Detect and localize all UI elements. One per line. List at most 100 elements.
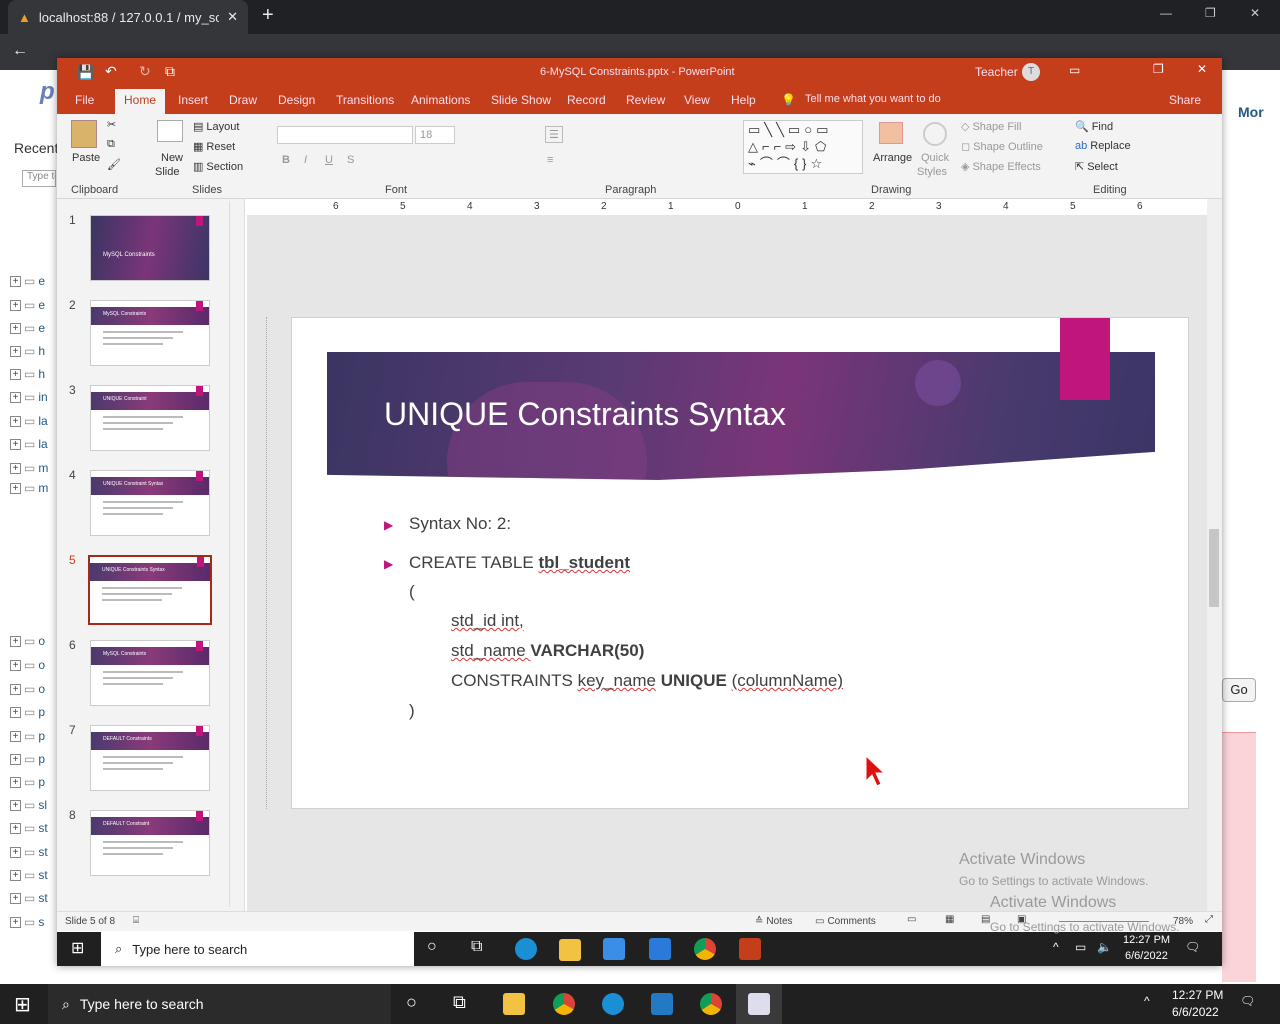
edge-icon[interactable]: [515, 938, 537, 960]
line-constraints[interactable]: CONSTRAINTS key_name UNIQUE (columnName): [451, 671, 843, 691]
new-tab-button[interactable]: +: [262, 4, 274, 27]
db-tree-item[interactable]: + ▭ la: [10, 413, 48, 429]
taskbar-search[interactable]: ⌕ Type here to search: [101, 932, 414, 966]
vscode-icon[interactable]: [651, 993, 673, 1015]
expand-icon[interactable]: +: [10, 482, 21, 494]
tab-animations[interactable]: Animations: [411, 93, 470, 107]
tab-file[interactable]: File: [75, 93, 94, 107]
expand-icon[interactable]: +: [10, 799, 21, 811]
expand-icon[interactable]: +: [10, 869, 21, 881]
db-tree-item[interactable]: + ▭ e: [10, 273, 45, 289]
db-tree-item[interactable]: + ▭ m: [10, 460, 48, 476]
db-tree-item[interactable]: + ▭ in: [10, 389, 48, 405]
expand-icon[interactable]: +: [10, 345, 21, 357]
align-left-icon[interactable]: ≡: [547, 154, 553, 166]
shape-outline-button[interactable]: ◻ Shape Outline: [961, 140, 1043, 154]
save-icon[interactable]: 💾: [77, 64, 94, 81]
expand-icon[interactable]: +: [10, 415, 21, 427]
expand-icon[interactable]: +: [10, 275, 21, 287]
powerpoint-icon[interactable]: [739, 938, 761, 960]
arrange-button[interactable]: Arrange: [873, 152, 912, 164]
start-slideshow-icon[interactable]: ⧉: [165, 63, 175, 80]
font-size-input[interactable]: 18: [415, 126, 455, 144]
shapes-gallery[interactable]: ▭╲╲▭○▭ △⌐⌐⇨⇩⬠ ⌁⌒⌒{}☆: [743, 120, 863, 174]
go-button[interactable]: Go: [1222, 678, 1256, 702]
slide-title[interactable]: UNIQUE Constraints Syntax: [384, 396, 786, 433]
more-link[interactable]: Mor: [1238, 104, 1264, 120]
tab-record[interactable]: Record: [567, 93, 606, 107]
format-painter-icon[interactable]: 🖌: [107, 158, 121, 171]
shape-effects-button[interactable]: ◈ Shape Effects: [961, 160, 1041, 174]
windows-start-icon[interactable]: ⊞: [71, 938, 84, 958]
font-name-input[interactable]: [277, 126, 413, 144]
recent-tab[interactable]: Recent: [14, 140, 58, 156]
db-tree-item[interactable]: + ▭ p: [10, 728, 45, 744]
slide-thumbnail[interactable]: DEFAULT Constraints: [90, 725, 210, 791]
tab-review[interactable]: Review: [626, 93, 665, 107]
slide-sorter-icon[interactable]: ▦: [945, 914, 954, 925]
slide-thumbnail[interactable]: UNIQUE Constraints Syntax: [88, 555, 212, 625]
tray-chevron-icon[interactable]: ^: [1053, 940, 1059, 954]
paste-button[interactable]: Paste: [72, 152, 100, 164]
clock-date[interactable]: 6/6/2022: [1172, 1005, 1219, 1019]
chrome-icon[interactable]: [694, 938, 716, 960]
inner-clock-date[interactable]: 6/6/2022: [1125, 950, 1168, 962]
minimize-icon[interactable]: —: [1160, 6, 1172, 20]
db-tree-item[interactable]: + ▭ st: [10, 890, 48, 906]
inner-clock-time[interactable]: 12:27 PM: [1123, 934, 1170, 946]
filter-input[interactable]: Type to: [22, 170, 56, 187]
db-tree-item[interactable]: + ▭ h: [10, 366, 45, 382]
tab-help[interactable]: Help: [731, 93, 756, 107]
quick-styles-button[interactable]: Quick: [921, 152, 949, 164]
reset-button[interactable]: ▦ Reset: [193, 140, 235, 154]
db-tree-item[interactable]: + ▭ p: [10, 704, 45, 720]
italic-icon[interactable]: I: [304, 154, 307, 166]
cortana-icon[interactable]: ○: [406, 992, 417, 1013]
db-tree-item[interactable]: + ▭ s: [10, 914, 44, 930]
tab-insert[interactable]: Insert: [178, 93, 208, 107]
bold-icon[interactable]: B: [282, 154, 290, 166]
close-icon[interactable]: ✕: [1197, 62, 1207, 76]
db-tree-item[interactable]: + ▭ o: [10, 681, 45, 697]
tab-home[interactable]: Home: [115, 89, 165, 114]
share-button[interactable]: Share: [1169, 93, 1201, 107]
bullets-icon[interactable]: ☰: [545, 126, 563, 143]
expand-icon[interactable]: +: [10, 322, 21, 334]
file-explorer-icon[interactable]: [559, 939, 581, 961]
notifications-icon[interactable]: 🗨: [1185, 940, 1200, 954]
new-slide-button[interactable]: New: [161, 152, 183, 164]
ribbon-display-icon[interactable]: ▭: [1069, 63, 1080, 77]
db-tree-item[interactable]: + ▭ o: [10, 657, 45, 673]
restore-icon[interactable]: ❐: [1153, 62, 1164, 76]
expand-icon[interactable]: +: [10, 916, 21, 928]
db-tree-item[interactable]: + ▭ m: [10, 480, 48, 496]
back-icon[interactable]: ←: [12, 42, 28, 60]
chrome-icon[interactable]: [553, 993, 575, 1015]
editor-scroll-thumb[interactable]: [1209, 529, 1219, 607]
tab-view[interactable]: View: [684, 93, 710, 107]
volume-icon[interactable]: 🔈: [1097, 940, 1112, 954]
slide-thumbnail[interactable]: UNIQUE Constraint: [90, 385, 210, 451]
tab-design[interactable]: Design: [278, 93, 315, 107]
slide-thumbnail[interactable]: MySQL Constraints: [90, 640, 210, 706]
slide-canvas[interactable]: UNIQUE Constraints Syntax ▶ Syntax No: 2…: [291, 317, 1189, 809]
taskbar-search[interactable]: ⌕ Type here to search: [48, 984, 391, 1024]
db-tree-item[interactable]: + ▭ p: [10, 751, 45, 767]
find-button[interactable]: 🔍 Find: [1075, 120, 1113, 134]
windows-start-icon[interactable]: ⊞: [14, 992, 31, 1017]
line-std-id[interactable]: std_id int,: [451, 611, 524, 631]
line-std-name[interactable]: std_name VARCHAR(50): [451, 641, 644, 661]
clock-time[interactable]: 12:27 PM: [1172, 988, 1223, 1002]
slide-thumbnail[interactable]: DEFAULT Constraint: [90, 810, 210, 876]
expand-icon[interactable]: +: [10, 706, 21, 718]
active-app-button[interactable]: [736, 984, 782, 1024]
db-tree-item[interactable]: + ▭ o: [10, 633, 45, 649]
expand-icon[interactable]: +: [10, 659, 21, 671]
normal-view-icon[interactable]: ▭: [907, 914, 916, 925]
tell-me-search[interactable]: Tell me what you want to do: [805, 93, 941, 105]
network-icon[interactable]: ▭: [1075, 940, 1086, 954]
new-slide-icon[interactable]: [157, 120, 183, 142]
slide-thumbnail[interactable]: UNIQUE Constraint Syntax: [90, 470, 210, 536]
slide-thumbnail[interactable]: MySQL Constraints: [90, 215, 210, 281]
db-tree-item[interactable]: + ▭ e: [10, 320, 45, 336]
